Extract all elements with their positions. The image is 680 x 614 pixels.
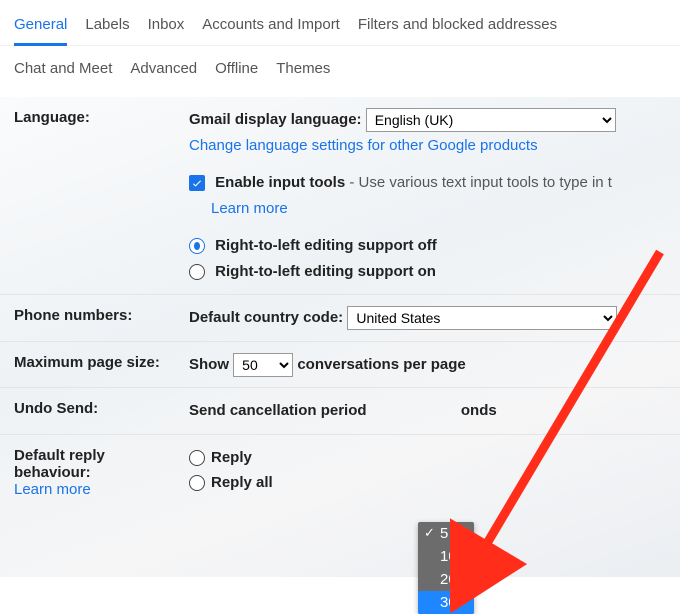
label-reply-2: behaviour:: [14, 464, 91, 481]
tab-themes[interactable]: Themes: [276, 54, 330, 87]
reply-all-label: Reply all: [211, 474, 273, 491]
undo-option-20[interactable]: 20: [418, 568, 474, 591]
rtl-off-label: Right-to-left editing support off: [215, 237, 437, 254]
label-undo-send: Undo Send:: [14, 398, 189, 417]
reply-radio[interactable]: [189, 450, 205, 466]
display-language-select[interactable]: English (UK): [366, 108, 616, 132]
row-page-size: Maximum page size: Show 50 conversations…: [0, 341, 680, 388]
reply-all-radio[interactable]: [189, 475, 205, 491]
rtl-on-radio[interactable]: [189, 264, 205, 280]
page-size-select[interactable]: 50: [233, 353, 293, 377]
country-code-select[interactable]: United States: [347, 306, 617, 330]
tab-accounts[interactable]: Accounts and Import: [202, 10, 340, 45]
country-code-label: Default country code:: [189, 309, 343, 326]
undo-option-30[interactable]: 30: [418, 591, 474, 614]
undo-prefix: Send cancellation period: [189, 402, 367, 419]
reply-label: Reply: [211, 449, 252, 466]
undo-send-dropdown[interactable]: 5 10 20 30: [418, 522, 474, 614]
row-phone: Phone numbers: Default country code: Uni…: [0, 294, 680, 341]
row-default-reply: Default reply behaviour: Learn more Repl…: [0, 434, 680, 508]
change-language-link[interactable]: Change language settings for other Googl…: [189, 137, 538, 154]
label-reply-1: Default reply: [14, 447, 105, 464]
tab-labels[interactable]: Labels: [85, 10, 129, 45]
reply-learn-more[interactable]: Learn more: [14, 481, 91, 498]
tab-filters[interactable]: Filters and blocked addresses: [358, 10, 557, 45]
undo-option-5[interactable]: 5: [418, 522, 474, 545]
row-undo-send: Undo Send: Send cancellation period onds: [0, 387, 680, 434]
page-size-suffix: conversations per page: [297, 356, 465, 373]
enable-input-tools-checkbox[interactable]: [189, 175, 205, 191]
undo-suffix: onds: [461, 402, 497, 419]
settings-tabs-row2: Chat and Meet Advanced Offline Themes: [0, 46, 680, 97]
settings-content: Language: Gmail display language: Englis…: [0, 97, 680, 577]
rtl-off-radio[interactable]: [189, 238, 205, 254]
tab-general[interactable]: General: [14, 10, 67, 46]
tab-inbox[interactable]: Inbox: [148, 10, 185, 45]
rtl-on-label: Right-to-left editing support on: [215, 263, 436, 280]
input-tools-learn-more[interactable]: Learn more: [211, 200, 288, 217]
enable-input-tools-label: Enable input tools: [215, 174, 345, 191]
settings-tabs-row1: General Labels Inbox Accounts and Import…: [0, 0, 680, 46]
page-size-show: Show: [189, 356, 229, 373]
enable-input-tools-desc: - Use various text input tools to type i…: [345, 174, 612, 191]
tab-chat-meet[interactable]: Chat and Meet: [14, 54, 112, 87]
label-page-size: Maximum page size:: [14, 352, 189, 371]
check-icon: [191, 177, 203, 189]
label-language: Language:: [14, 107, 189, 126]
label-phone: Phone numbers:: [14, 305, 189, 324]
tab-offline[interactable]: Offline: [215, 54, 258, 87]
tab-advanced[interactable]: Advanced: [130, 54, 197, 87]
row-language: Language: Gmail display language: Englis…: [0, 97, 680, 294]
display-language-label: Gmail display language:: [189, 111, 362, 128]
